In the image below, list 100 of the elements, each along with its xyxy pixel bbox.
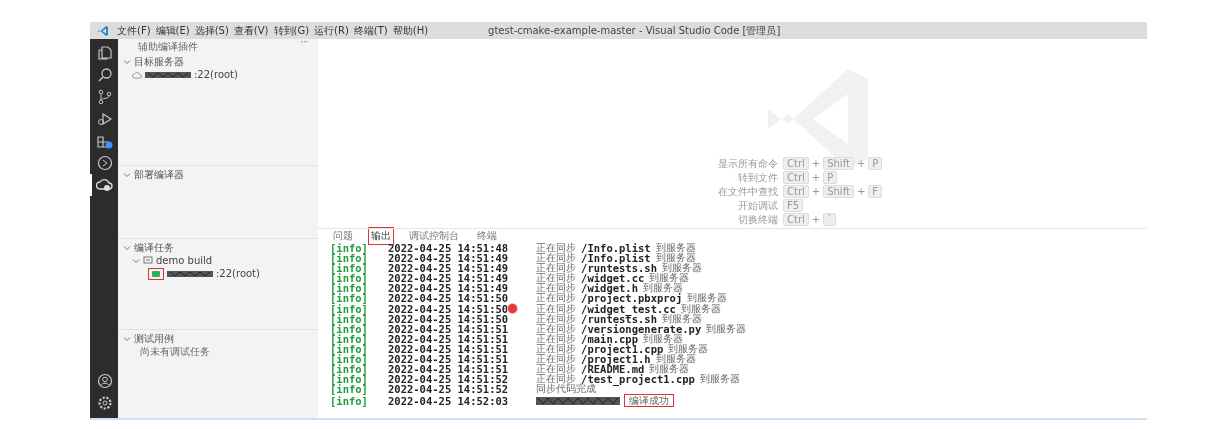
log-tag: [info] — [330, 283, 388, 294]
log-time: 2022-04-25 14:51:49 — [388, 263, 509, 274]
file-path: /widget.cc — [581, 273, 645, 284]
plus-sign: + — [856, 158, 866, 169]
log-time: 2022-04-25 14:51:52 — [388, 374, 509, 385]
key-cap: Ctrl — [783, 171, 809, 184]
log-message: 正在同步 — [536, 253, 577, 264]
file-path: /widget_test.cc — [581, 303, 676, 314]
log-time: 2022-04-25 14:51:49 — [388, 273, 509, 284]
menu-item[interactable]: 运行(R) — [314, 23, 349, 38]
log-time: 2022-04-25 14:52:03 — [388, 395, 509, 406]
menu-item[interactable]: 选择(S) — [194, 23, 229, 38]
shortcut-label: 切换终端 — [737, 212, 778, 227]
log-time: 2022-04-25 14:51:51 — [388, 343, 509, 355]
key-cap: Shift — [823, 157, 854, 170]
file-path: /widget.h — [581, 283, 638, 294]
log-message: 到服务器 — [649, 364, 690, 375]
menu-item[interactable]: 转到(G) — [273, 23, 310, 38]
log-message: 正在同步 — [536, 354, 577, 365]
file-path: /test_project1.cpp — [581, 374, 695, 385]
log-time: 2022-04-25 14:51:51 — [388, 333, 509, 344]
server-address[interactable]: :22(root) — [216, 268, 260, 279]
log-message: 正在同步 — [536, 263, 577, 274]
section-header[interactable]: 部署编译器 — [134, 167, 184, 182]
monitor-icon — [143, 256, 153, 265]
plus-sign: + — [811, 172, 821, 183]
log-message: 到服务器 — [706, 323, 747, 334]
sidebar-title: 辅助编译插件 — [138, 40, 198, 53]
menu-item[interactable]: 文件(F) — [117, 23, 151, 38]
shortcut-label: 显示所有命令 — [717, 156, 778, 171]
search-icon[interactable] — [97, 67, 113, 83]
log-tag: [info] — [330, 243, 388, 254]
shortcut-label: 转到文件 — [737, 170, 778, 185]
remote-icon[interactable] — [97, 155, 113, 171]
log-message: 正在同步 — [536, 243, 577, 253]
file-path: /runtests.sh — [581, 263, 657, 274]
log-tag: [info] — [330, 333, 388, 344]
file-path: /project1.cpp — [581, 343, 664, 355]
log-time: 2022-04-25 14:51:51 — [388, 354, 509, 365]
plus-sign: + — [811, 214, 821, 225]
settings-icon[interactable] — [97, 395, 113, 411]
run-debug-icon[interactable] — [97, 111, 113, 127]
log-time: 2022-04-25 14:51:51 — [388, 323, 509, 334]
section-header[interactable]: 目标服务器 — [134, 54, 184, 69]
menu-item[interactable]: 终端(T) — [353, 23, 388, 38]
menu-item[interactable]: 帮助(H) — [392, 23, 429, 38]
log-tag: [info] — [330, 395, 388, 406]
key-cap: ` — [823, 213, 837, 226]
panel-tab[interactable]: 调试控制台 — [406, 227, 462, 245]
log-tag: [info] — [330, 313, 388, 324]
file-path: /README.md — [581, 364, 645, 375]
task-name[interactable]: demo build — [156, 255, 213, 266]
log-message: 到服务器 — [680, 303, 721, 314]
log-message: 正在同步 — [536, 333, 577, 344]
branch-icon[interactable] — [97, 89, 113, 105]
key-cap: Ctrl — [783, 157, 809, 170]
key-cap: F — [868, 185, 883, 198]
key-cap: Shift — [823, 185, 854, 198]
cloud-icon[interactable] — [96, 177, 114, 193]
section-header[interactable]: 编译任务 — [134, 240, 174, 255]
log-tag: [info] — [330, 303, 388, 314]
more-actions-button[interactable]: ··· — [300, 40, 308, 53]
files-icon[interactable] — [97, 45, 113, 61]
log-time: 2022-04-25 14:51:50 — [388, 313, 509, 324]
log-time: 2022-04-25 14:51:51 — [388, 364, 509, 375]
app-logo-icon — [97, 24, 109, 37]
server-address[interactable]: :22(root) — [194, 69, 238, 80]
panel-tab[interactable]: 输出 — [368, 227, 394, 245]
file-path: /Info.plist — [581, 253, 651, 264]
log-message: 到服务器 — [687, 293, 728, 304]
log-message: 到服务器 — [668, 343, 709, 354]
menu-item[interactable]: 编辑(E) — [155, 23, 190, 38]
panel-tab[interactable]: 终端 — [474, 227, 500, 245]
log-message: 到服务器 — [699, 374, 740, 385]
menu-item[interactable]: 查看(V) — [233, 23, 269, 38]
log-message: 到服务器 — [649, 273, 690, 284]
window-title: gtest-cmake-example-master - Visual Studio Code [管理员] — [488, 23, 781, 38]
log-tag: [info] — [330, 293, 388, 304]
log-tag: [info] — [330, 374, 388, 385]
log-time: 2022-04-25 14:51:49 — [388, 283, 509, 294]
log-time: 2022-04-25 14:51:49 — [388, 253, 509, 264]
log-message: 正在同步 — [536, 374, 577, 385]
log-tag: [info] — [330, 263, 388, 274]
key-cap: P — [868, 157, 883, 170]
log-message: 正在同步 — [536, 283, 577, 294]
log-tag: [info] — [330, 253, 388, 264]
log-message: 到服务器 — [661, 263, 702, 274]
account-icon[interactable] — [97, 373, 113, 389]
log-message: 正在同步 — [536, 273, 577, 284]
empty-message: 尚未有调试任务 — [140, 344, 210, 359]
log-message: 到服务器 — [655, 253, 696, 264]
log-time: 2022-04-25 14:51:52 — [388, 384, 509, 395]
file-path: /versiongenerate.py — [581, 323, 702, 334]
key-cap: P — [823, 171, 838, 184]
log-message: 正在同步 — [536, 313, 577, 324]
log-time: 2022-04-25 14:51:50 — [388, 303, 509, 314]
log-message: 同步代码完成 — [536, 384, 597, 395]
file-path: /Info.plist — [581, 243, 651, 254]
file-path: /project1.h — [581, 354, 651, 365]
section-header[interactable]: 测试用例 — [134, 331, 174, 346]
